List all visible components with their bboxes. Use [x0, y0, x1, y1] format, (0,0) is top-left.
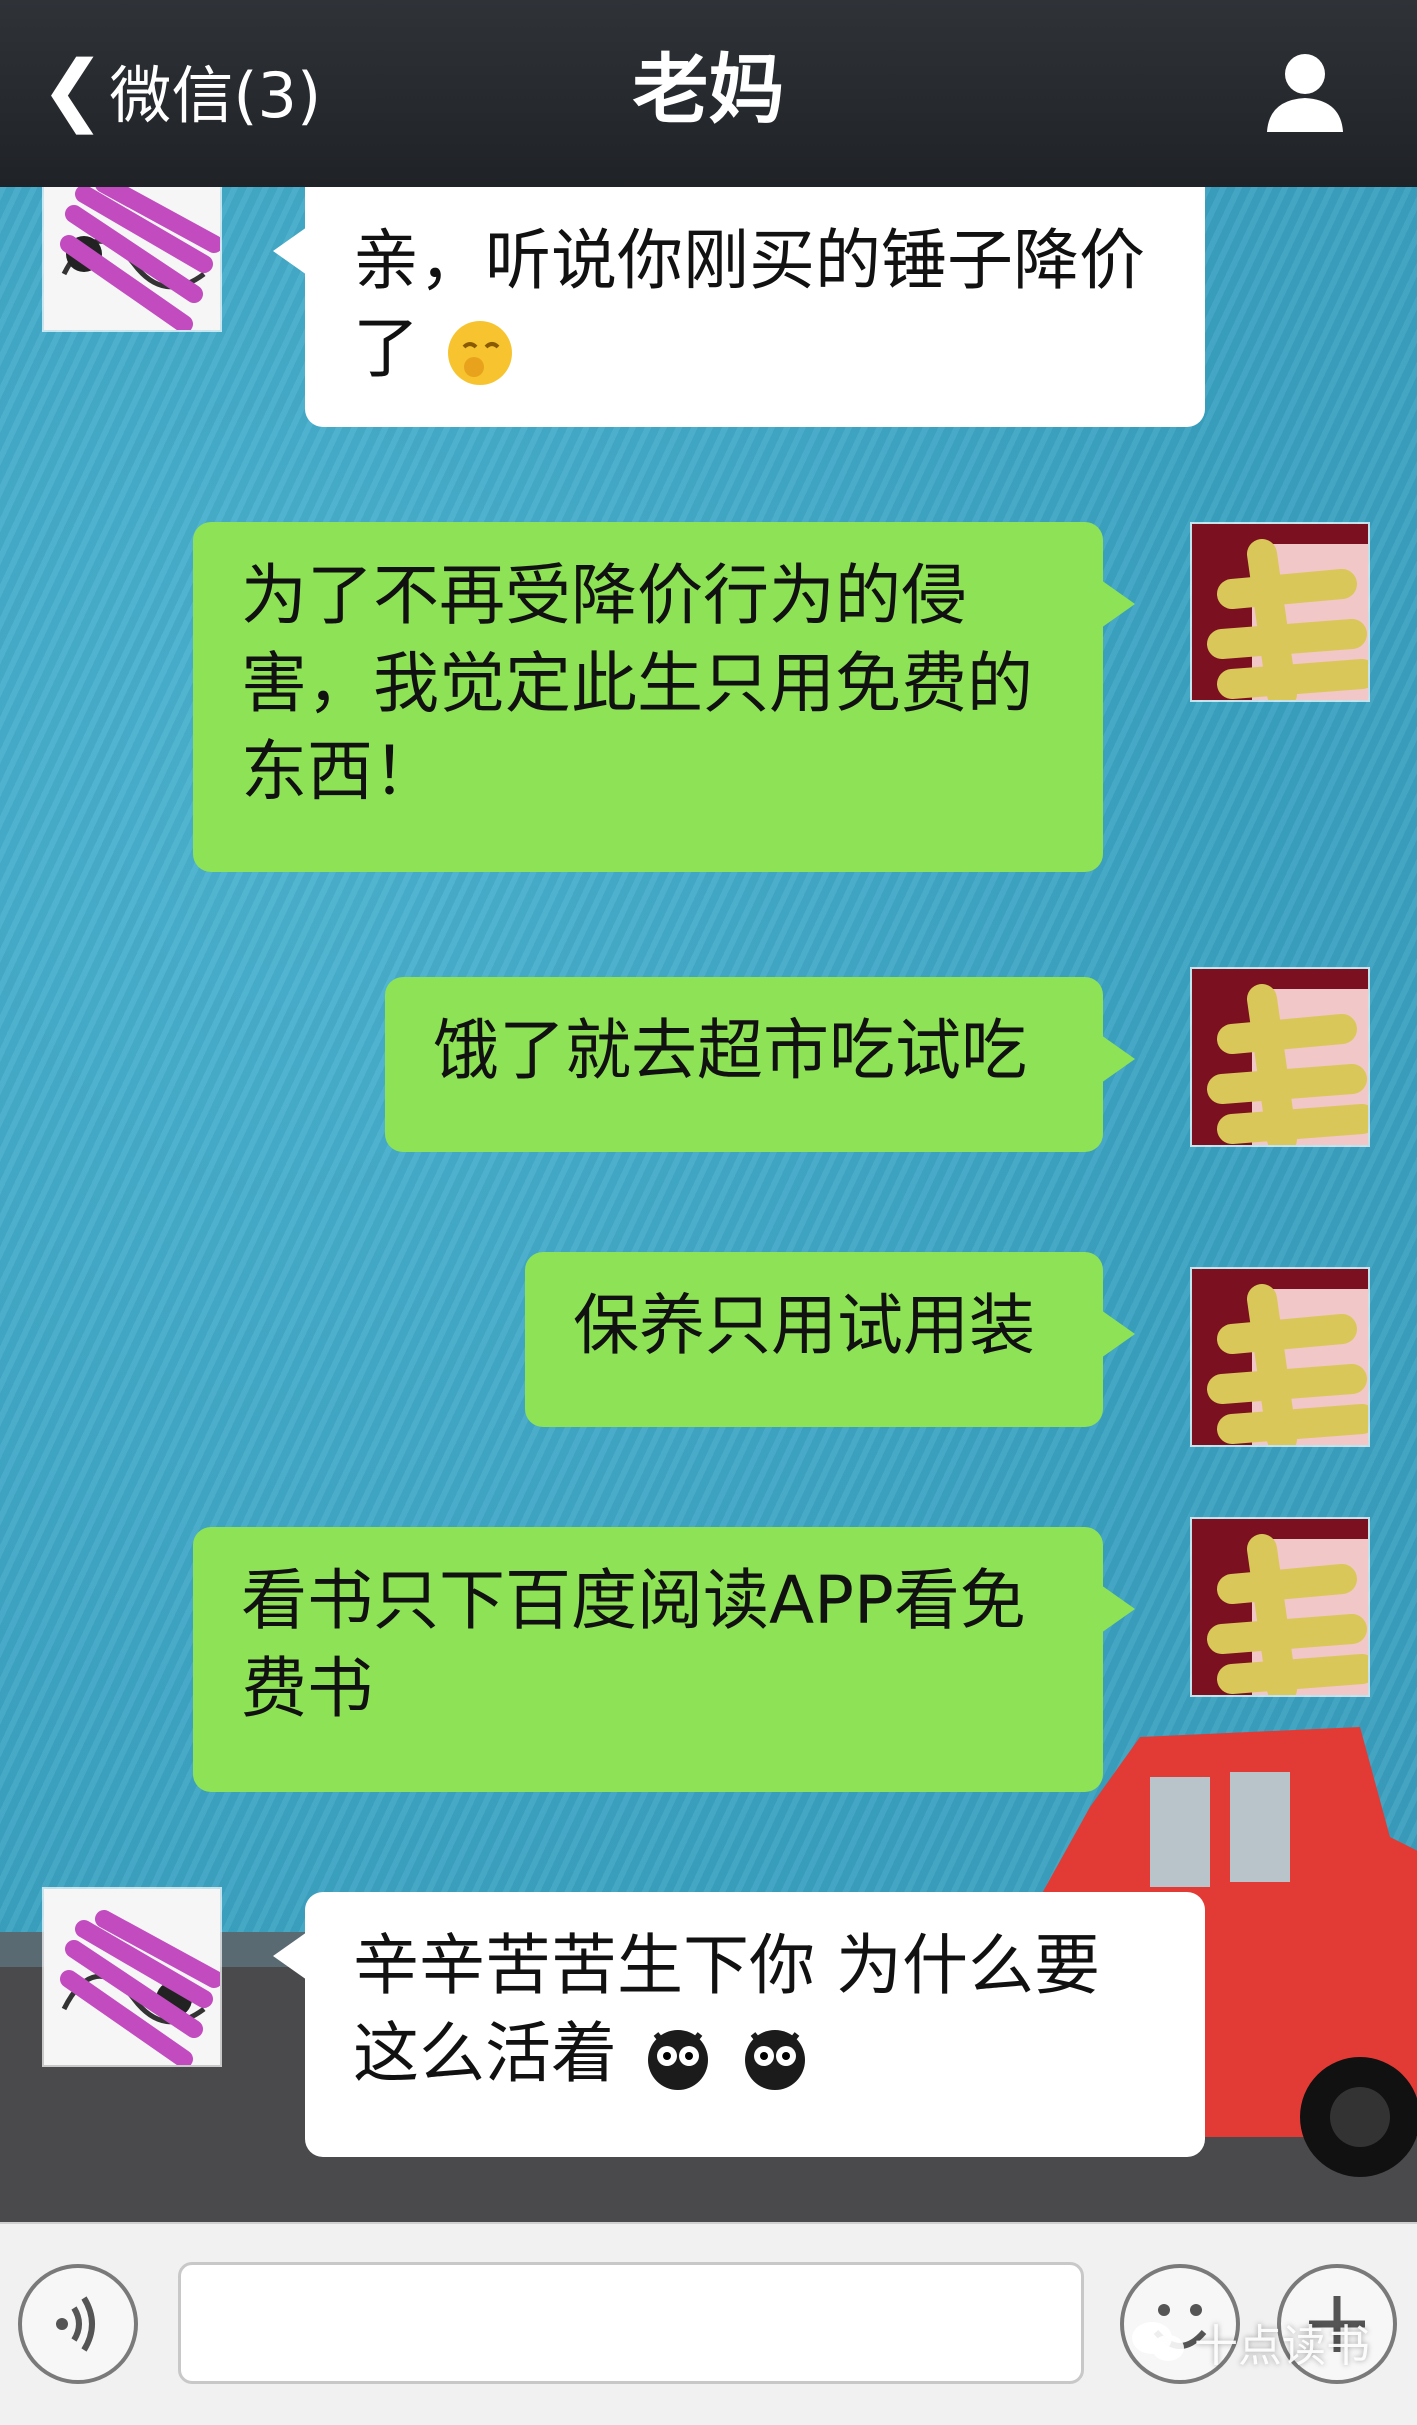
- message-text: 保养只用试用装: [573, 1287, 1035, 1364]
- voice-wave-icon: [56, 2296, 95, 2352]
- message-bubble-outgoing[interactable]: 饿了就去超市吃试吃: [385, 977, 1135, 1152]
- avatar-mother[interactable]: [42, 1887, 222, 2067]
- watermark-text: 十点读书: [1194, 2321, 1370, 2372]
- avatar-me[interactable]: [1190, 1517, 1370, 1697]
- owl-face-emoji: [647, 2029, 708, 2090]
- message-text: 为了不再受降价行为的侵害，我觉定此生只用免费的东西！: [241, 557, 1033, 810]
- thinking-face-emoji: [447, 320, 512, 385]
- back-label: 微信(3): [109, 59, 322, 132]
- message-bubble-incoming[interactable]: 亲，听说你刚买的锤子降价了: [273, 187, 1205, 427]
- message-text: 辛辛苦苦生下你 为什么要这么活着: [353, 1927, 1100, 2092]
- message-bubble-outgoing[interactable]: 保养只用试用装: [525, 1252, 1135, 1427]
- chevron-left-icon: ❮: [40, 45, 106, 135]
- watermark: 十点读书: [1130, 2310, 1370, 2374]
- person-icon: [1267, 54, 1343, 132]
- wechat-logo-icon: [1132, 2322, 1184, 2361]
- message-input[interactable]: [178, 2262, 1084, 2384]
- message-text: 看书只下百度阅读APP看免费书: [241, 1562, 1026, 1727]
- avatar-mother[interactable]: [42, 187, 222, 332]
- chat-area[interactable]: 亲，听说你刚买的锤子降价了 为了不再受降价行为的侵害，我觉定此生只用免费的东西！…: [0, 187, 1417, 2222]
- avatar-me[interactable]: [1190, 1267, 1370, 1447]
- message-bubble-outgoing[interactable]: 为了不再受降价行为的侵害，我觉定此生只用免费的东西！: [193, 522, 1135, 872]
- profile-button[interactable]: [1255, 42, 1355, 142]
- message-bubble-outgoing[interactable]: 看书只下百度阅读APP看免费书: [193, 1527, 1135, 1792]
- nav-bar: ❮ 微信(3) 老妈: [0, 0, 1417, 187]
- voice-button[interactable]: [18, 2264, 138, 2384]
- owl-face-emoji: [744, 2029, 805, 2090]
- avatar-me[interactable]: [1190, 967, 1370, 1147]
- message-bubble-incoming[interactable]: 辛辛苦苦生下你 为什么要这么活着: [273, 1892, 1205, 2157]
- avatar-me[interactable]: [1190, 522, 1370, 702]
- back-button[interactable]: ❮ 微信(3): [40, 40, 321, 140]
- message-text: 饿了就去超市吃试吃: [433, 1012, 1027, 1089]
